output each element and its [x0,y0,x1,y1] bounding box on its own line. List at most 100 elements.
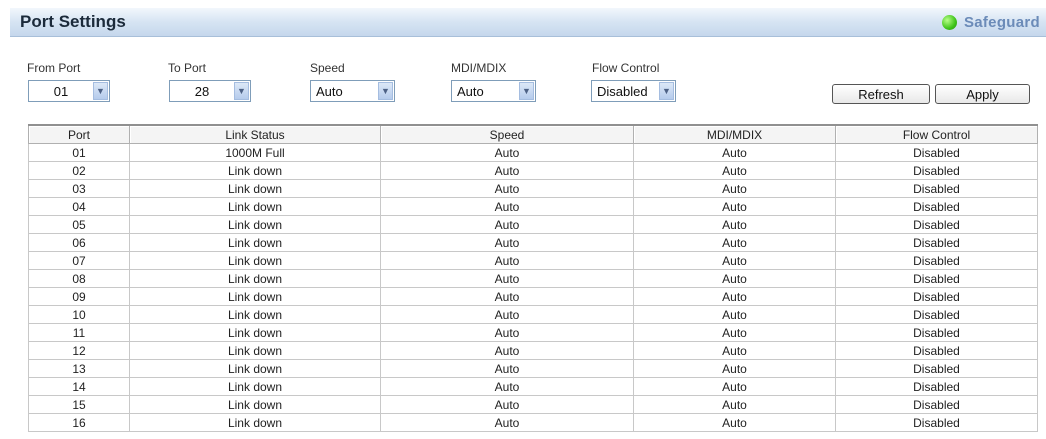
port-cell: 01 [28,143,130,162]
speed-cell: Auto [380,143,634,162]
mdi-cell: Auto [633,341,836,360]
speed-cell: Auto [380,359,634,378]
port-cell: 14 [28,377,130,396]
column-header-speed: Speed [380,124,634,144]
flow-control-select[interactable]: Disabled ▼ [591,80,676,102]
mdi-cell: Auto [633,215,836,234]
column-header-flow-control: Flow Control [835,124,1038,144]
link-status-cell: Link down [129,179,381,198]
link-status-cell: Link down [129,341,381,360]
link-status-cell: Link down [129,197,381,216]
speed-cell: Auto [380,251,634,270]
flow-control-cell: Disabled [835,305,1038,324]
speed-cell: Auto [380,269,634,288]
speed-cell: Auto [380,233,634,252]
table-row: 08 Link down Auto Auto Disabled [28,269,1038,288]
flow-control-cell: Disabled [835,251,1038,270]
flow-control-cell: Disabled [835,341,1038,360]
speed-select[interactable]: Auto ▼ [310,80,395,102]
mdi-cell: Auto [633,377,836,396]
table-header-row: Port Link Status Speed MDI/MDIX Flow Con… [28,124,1038,144]
to-port-select[interactable]: 28 ▼ [169,80,251,102]
column-header-mdi: MDI/MDIX [633,124,836,144]
mdi-cell: Auto [633,251,836,270]
chevron-down-icon: ▼ [659,82,674,100]
page-title: Port Settings [20,12,126,31]
flow-control-cell: Disabled [835,359,1038,378]
mdi-cell: Auto [633,305,836,324]
table-row: 09 Link down Auto Auto Disabled [28,287,1038,306]
chevron-down-icon: ▼ [234,82,249,100]
port-cell: 15 [28,395,130,414]
speed-cell: Auto [380,341,634,360]
port-cell: 11 [28,323,130,342]
flow-control-cell: Disabled [835,269,1038,288]
table-row: 03 Link down Auto Auto Disabled [28,179,1038,198]
table-row: 10 Link down Auto Auto Disabled [28,305,1038,324]
speed-cell: Auto [380,215,634,234]
speed-cell: Auto [380,179,634,198]
speed-cell: Auto [380,197,634,216]
column-header-link-status: Link Status [129,124,381,144]
to-port-value: 28 [194,83,210,99]
link-status-cell: Link down [129,269,381,288]
flow-control-cell: Disabled [835,395,1038,414]
port-cell: 13 [28,359,130,378]
table-row: 12 Link down Auto Auto Disabled [28,341,1038,360]
flow-control-cell: Disabled [835,233,1038,252]
speed-label: Speed [310,61,345,75]
column-header-port: Port [28,124,130,144]
mdi-cell: Auto [633,287,836,306]
link-status-cell: Link down [129,233,381,252]
mdi-cell: Auto [633,359,836,378]
title-bar: Port Settings Safeguard [10,8,1046,37]
flow-control-label: Flow Control [592,61,660,75]
chevron-down-icon: ▼ [519,82,534,100]
flow-control-cell: Disabled [835,179,1038,198]
table-row: 14 Link down Auto Auto Disabled [28,377,1038,396]
link-status-cell: Link down [129,305,381,324]
table-row: 13 Link down Auto Auto Disabled [28,359,1038,378]
mdi-cell: Auto [633,323,836,342]
link-status-cell: Link down [129,251,381,270]
safeguard-indicator[interactable]: Safeguard [941,11,1040,33]
apply-button[interactable]: Apply [935,84,1030,104]
port-cell: 03 [28,179,130,198]
port-cell: 07 [28,251,130,270]
link-status-cell: Link down [129,323,381,342]
from-port-label: From Port [27,61,81,75]
link-status-cell: 1000M Full [129,143,381,162]
flow-control-cell: Disabled [835,413,1038,432]
chevron-down-icon: ▼ [93,82,108,100]
table-body: 01 1000M Full Auto Auto Disabled 02 Link down A… [28,143,1038,432]
table-row: 06 Link down Auto Auto Disabled [28,233,1038,252]
mdi-select[interactable]: Auto ▼ [451,80,536,102]
flow-control-cell: Disabled [835,377,1038,396]
port-cell: 09 [28,287,130,306]
port-cell: 08 [28,269,130,288]
link-status-cell: Link down [129,161,381,180]
mdi-cell: Auto [633,143,836,162]
mdi-cell: Auto [633,413,836,432]
flow-control-cell: Disabled [835,143,1038,162]
speed-cell: Auto [380,413,634,432]
speed-cell: Auto [380,395,634,414]
link-status-cell: Link down [129,287,381,306]
port-cell: 02 [28,161,130,180]
speed-cell: Auto [380,377,634,396]
link-status-cell: Link down [129,413,381,432]
port-cell: 06 [28,233,130,252]
mdi-cell: Auto [633,395,836,414]
speed-cell: Auto [380,287,634,306]
table-row: 16 Link down Auto Auto Disabled [28,413,1038,432]
from-port-select[interactable]: 01 ▼ [28,80,110,102]
mdi-cell: Auto [633,197,836,216]
port-cell: 04 [28,197,130,216]
mdi-cell: Auto [633,269,836,288]
refresh-button[interactable]: Refresh [832,84,930,104]
mdi-value: Auto [457,83,484,99]
flow-control-cell: Disabled [835,323,1038,342]
link-status-cell: Link down [129,215,381,234]
flow-control-cell: Disabled [835,197,1038,216]
table-row: 11 Link down Auto Auto Disabled [28,323,1038,342]
